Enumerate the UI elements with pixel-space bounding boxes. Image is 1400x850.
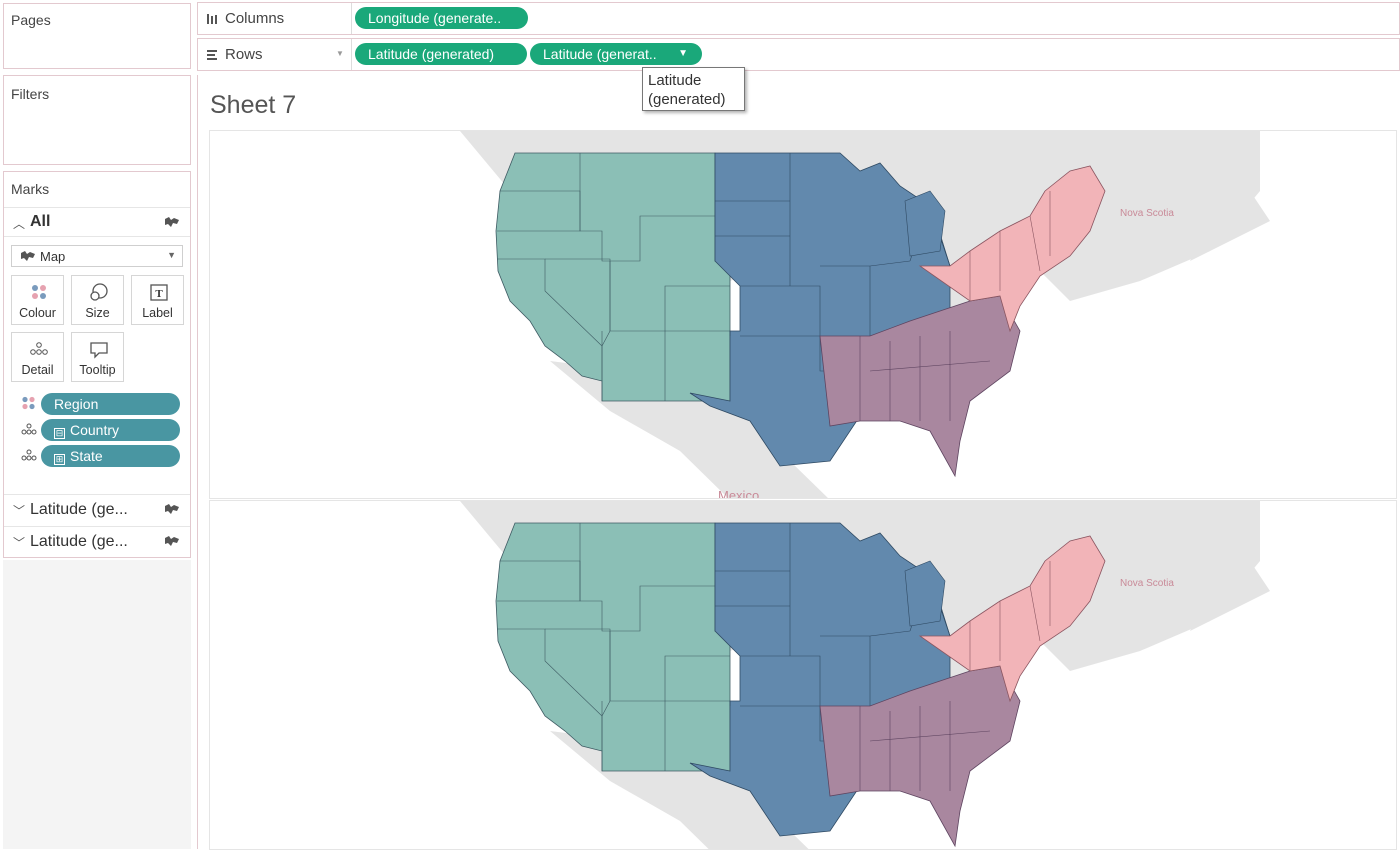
state-pill[interactable]: ⊞ State bbox=[41, 445, 180, 467]
map-icon bbox=[165, 536, 179, 546]
map-icon bbox=[21, 251, 35, 261]
size-icon bbox=[90, 283, 108, 301]
marks-all-row[interactable]: ︿ All bbox=[4, 207, 190, 237]
latitude-marks-card-2[interactable]: ﹀ Latitude (ge... bbox=[4, 526, 190, 556]
country-pill[interactable]: ⊟ Country bbox=[41, 419, 180, 441]
chevron-up-icon[interactable]: ︿ bbox=[13, 215, 25, 232]
shelf-divider bbox=[351, 39, 352, 70]
columns-shelf[interactable]: Columns Longitude (generate.. bbox=[197, 2, 1400, 35]
tooltip-button[interactable]: Tooltip bbox=[71, 332, 124, 382]
side-panel-empty-area bbox=[3, 560, 191, 849]
nova-scotia-label: Nova Scotia bbox=[1120, 208, 1174, 219]
colour-encoding-icon bbox=[22, 396, 35, 410]
detail-encoding-icon bbox=[21, 449, 37, 461]
mark-type-value: Map bbox=[40, 249, 66, 264]
rows-label: Rows bbox=[225, 46, 263, 63]
latitude-pill-2[interactable]: Latitude (generat.. ▼ bbox=[530, 43, 702, 65]
longitude-pill[interactable]: Longitude (generate.. bbox=[355, 7, 528, 29]
chevron-down-icon: ▼ bbox=[167, 250, 176, 260]
pill-tooltip: Latitude (generated) bbox=[642, 67, 745, 111]
shelf-divider bbox=[351, 3, 352, 34]
chevron-down-icon[interactable]: ﹀ bbox=[13, 534, 25, 551]
chevron-down-icon[interactable]: ▼ bbox=[678, 43, 688, 65]
sheet-title[interactable]: Sheet 7 bbox=[210, 91, 296, 120]
rows-shelf[interactable]: Rows ▼ Latitude (generated) Latitude (ge… bbox=[197, 38, 1400, 71]
map-icon bbox=[165, 504, 179, 514]
marks-title: Marks bbox=[11, 181, 50, 197]
latitude-marks-card-1[interactable]: ﹀ Latitude (ge... bbox=[4, 494, 190, 524]
columns-icon bbox=[207, 14, 217, 24]
size-button[interactable]: Size bbox=[71, 275, 124, 325]
svg-text:T: T bbox=[155, 288, 163, 300]
rows-icon bbox=[207, 50, 217, 60]
detail-encoding-icon bbox=[21, 423, 37, 435]
latitude-pill-1[interactable]: Latitude (generated) bbox=[355, 43, 527, 65]
mexico-label: Mexico bbox=[718, 488, 759, 499]
colour-button[interactable]: Colour bbox=[11, 275, 64, 325]
detail-icon bbox=[30, 342, 48, 355]
map-pane-bottom[interactable]: Nova Scotia bbox=[209, 500, 1397, 850]
label-button[interactable]: T Label bbox=[131, 275, 184, 325]
us-map-bottom: Nova Scotia bbox=[459, 501, 1271, 849]
columns-label: Columns bbox=[225, 10, 285, 27]
collapse-icon[interactable]: ⊟ bbox=[54, 428, 65, 439]
nova-scotia-label: Nova Scotia bbox=[1120, 578, 1174, 589]
filters-pane[interactable]: Filters bbox=[3, 75, 191, 165]
chevron-down-icon[interactable]: ▼ bbox=[336, 49, 344, 58]
pages-title: Pages bbox=[11, 12, 51, 28]
us-map-top: Nova Scotia Mexico bbox=[459, 131, 1271, 499]
region-pill[interactable]: Region bbox=[41, 393, 180, 415]
map-icon bbox=[165, 217, 179, 227]
marks-all-label: All bbox=[30, 213, 51, 230]
marks-card: Marks ︿ All Map ▼ Colour Size T Label De… bbox=[3, 171, 191, 558]
label-icon: T bbox=[150, 284, 168, 301]
filters-title: Filters bbox=[11, 86, 50, 102]
view-area: Sheet 7 Nova Scotia Mexico Nova Scotia bbox=[197, 75, 1400, 850]
tooltip-icon bbox=[90, 342, 108, 359]
mark-type-dropdown[interactable]: Map ▼ bbox=[11, 245, 183, 267]
detail-button[interactable]: Detail bbox=[11, 332, 64, 382]
pages-pane[interactable]: Pages bbox=[3, 3, 191, 69]
colour-icon bbox=[32, 285, 46, 299]
expand-icon[interactable]: ⊞ bbox=[54, 454, 65, 465]
map-pane-top[interactable]: Nova Scotia Mexico bbox=[209, 130, 1397, 499]
chevron-down-icon[interactable]: ﹀ bbox=[13, 502, 25, 519]
